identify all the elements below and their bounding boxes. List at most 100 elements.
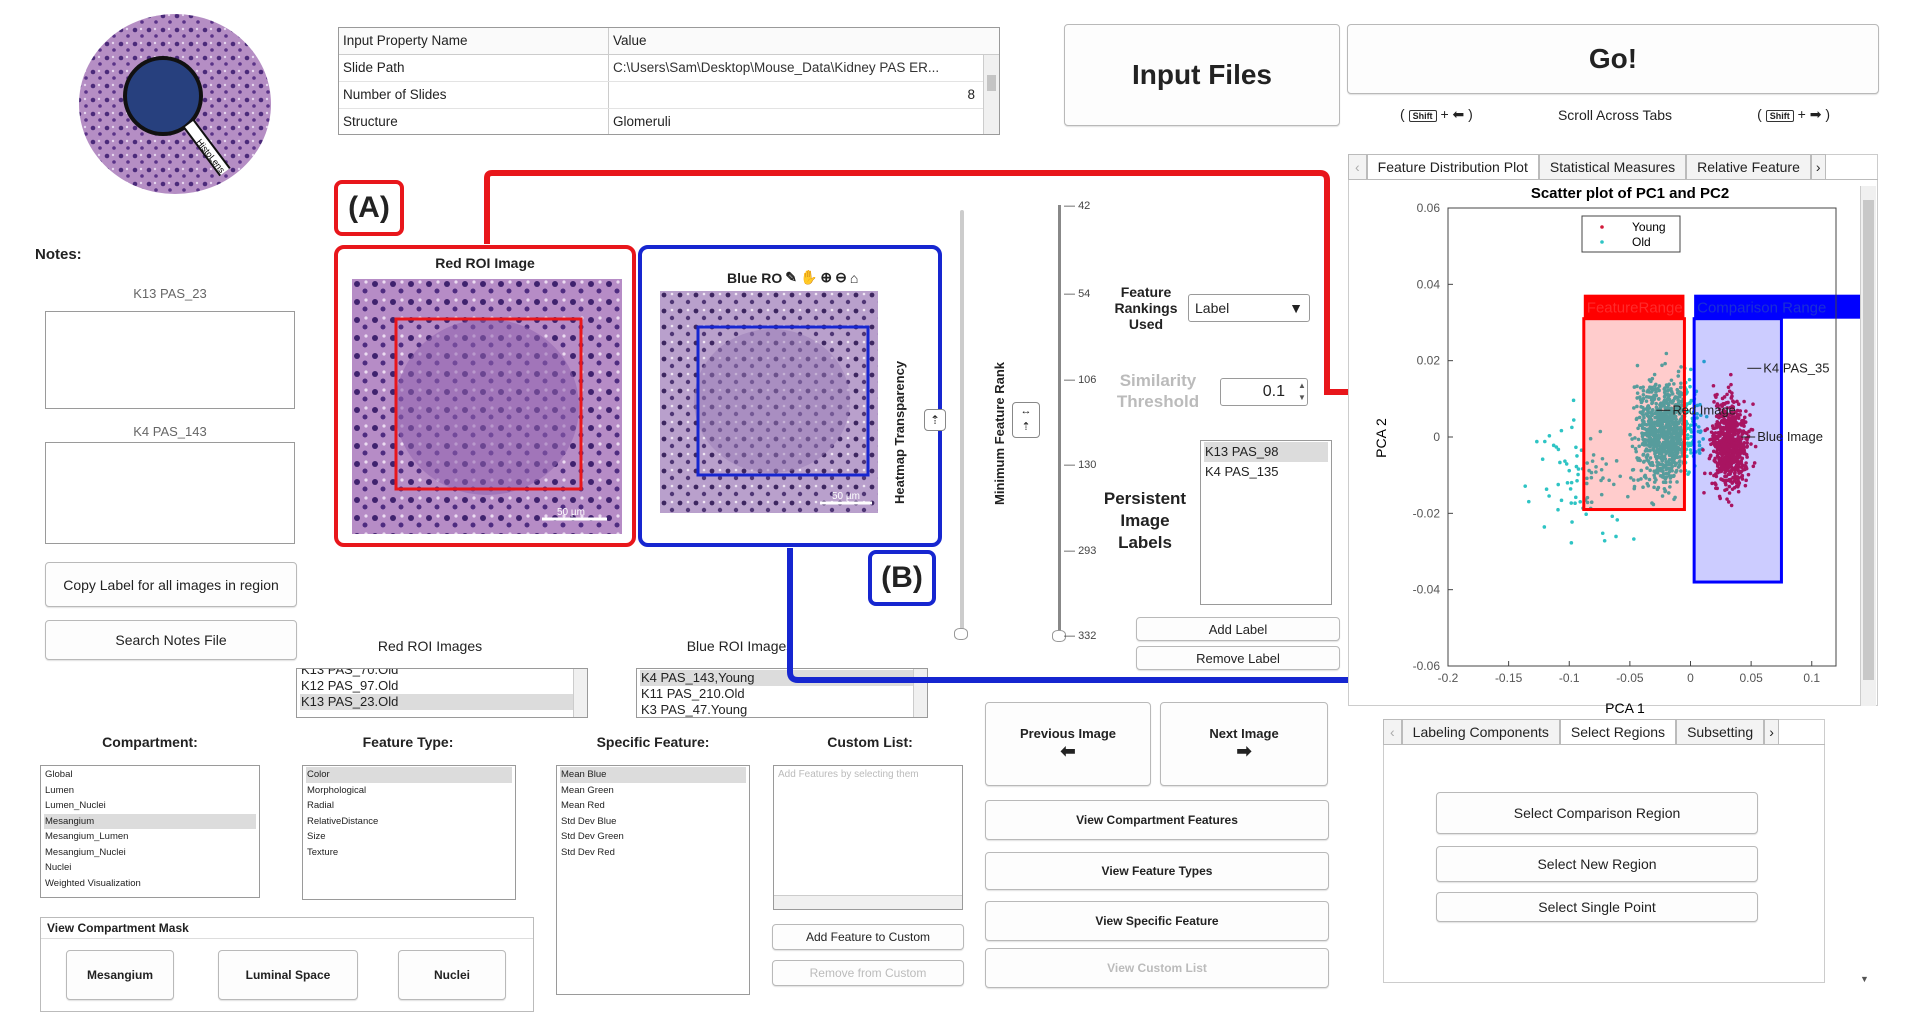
tab-scroll-left[interactable]: ‹ (1383, 719, 1402, 744)
go-button[interactable]: Go! (1347, 24, 1879, 94)
scatter-chart: Scatter plot of PC1 and PC2 PCA 1 PCA 2 … (1360, 180, 1865, 720)
select-new-region-button[interactable]: Select New Region (1436, 846, 1758, 882)
specific-feature-label: Specific Feature: (596, 734, 710, 750)
scatter-point (1556, 447, 1561, 452)
region-label: FeatureRange (1587, 300, 1683, 317)
list-item[interactable]: K13 PAS_98 (1204, 442, 1328, 462)
list-item[interactable]: Std Dev Blue (560, 814, 746, 830)
feature-rankings-dropdown[interactable]: Label ▼ (1188, 294, 1310, 322)
list-item[interactable]: Nuclei (44, 860, 256, 876)
chart-annotation: Blue Image (1757, 429, 1823, 444)
zoom-out-icon[interactable]: ⊖ (835, 269, 847, 286)
table-row[interactable]: Slide Path C:\Users\Sam\Desktop\Mouse_Dat… (339, 55, 999, 82)
list-item[interactable]: Mean Red (560, 798, 746, 814)
tab-scroll-left[interactable]: ‹ (1348, 154, 1367, 179)
list-item[interactable]: Mesangium_Lumen (44, 829, 256, 845)
view-specific-feature-button[interactable]: View Specific Feature (985, 901, 1329, 941)
y-tick-label: 0.06 (1417, 201, 1441, 215)
remove-label-button[interactable]: Remove Label (1136, 646, 1340, 670)
feature-type-list[interactable]: Color Morphological Radial RelativeDistance… (302, 765, 516, 900)
list-item[interactable]: Std Dev Green (560, 829, 746, 845)
blue-roi-image[interactable]: 50 µm (660, 291, 878, 513)
tab-labeling-components[interactable]: Labeling Components (1401, 719, 1560, 744)
list-item[interactable]: K3 PAS_47.Young (640, 702, 924, 717)
list-item[interactable]: Radial (306, 798, 512, 814)
list-item[interactable]: Color (306, 767, 512, 783)
scatter-point (1575, 478, 1579, 483)
plot-scrollbar[interactable] (1860, 186, 1876, 706)
scatter-point (1558, 460, 1562, 465)
list-item[interactable]: RelativeDistance (306, 814, 512, 830)
compartment-list[interactable]: Global Lumen Lumen_Nuclei Mesangium Mesangiu… (40, 765, 260, 898)
persistent-labels-list[interactable]: K13 PAS_98 K4 PAS_135 (1200, 440, 1332, 605)
next-image-button[interactable]: Next Image ➡ (1160, 702, 1328, 786)
home-icon[interactable]: ⌂ (850, 270, 858, 286)
list-item[interactable]: Lumen (44, 783, 256, 799)
previous-image-button[interactable]: Previous Image ⬅ (985, 702, 1151, 786)
tab-feature-distribution[interactable]: Feature Distribution Plot (1366, 154, 1539, 179)
zoom-in-icon[interactable]: ⊕ (820, 269, 832, 286)
select-single-point-button[interactable]: Select Single Point (1436, 892, 1758, 922)
heatmap-help-icon[interactable]: ⇡ (924, 409, 946, 431)
notes-label: Notes: (35, 246, 82, 263)
list-item[interactable]: Morphological (306, 783, 512, 799)
specific-feature-list[interactable]: Mean Blue Mean Green Mean Red Std Dev Blue S… (556, 765, 750, 995)
tab-subsetting[interactable]: Subsetting (1676, 719, 1765, 744)
view-compartment-features-button[interactable]: View Compartment Features (985, 800, 1329, 840)
list-item[interactable]: Lumen_Nuclei (44, 798, 256, 814)
brush-icon[interactable]: ✎ (785, 269, 797, 286)
heatmap-slider[interactable] (960, 210, 964, 640)
note-field-1[interactable] (45, 311, 295, 409)
scatter-point (1610, 514, 1615, 519)
mesangium-mask-button[interactable]: Mesangium (66, 950, 174, 1000)
threshold-spinner[interactable]: ▲ ▼ (1296, 380, 1308, 404)
tab-relative-feature[interactable]: Relative Feature (1686, 154, 1811, 179)
table-row[interactable]: Structure Glomeruli (339, 109, 999, 134)
list-item[interactable]: K4 PAS_135 (1204, 462, 1328, 482)
heatmap-transparency-label: Heatmap Transparency (892, 360, 907, 504)
luminal-space-mask-button[interactable]: Luminal Space (218, 950, 358, 1000)
list-item[interactable]: Mean Blue (560, 767, 746, 783)
input-files-button[interactable]: Input Files (1064, 24, 1340, 126)
list-item[interactable]: Mesangium (44, 813, 256, 829)
list-item[interactable]: Global (44, 767, 256, 783)
remove-from-custom-button[interactable]: Remove from Custom (772, 960, 964, 986)
blue-roi-images-list[interactable]: K4 PAS_143,Young K11 PAS_210.Old K3 PAS_… (636, 668, 928, 718)
list-item[interactable]: K13 PAS_70.Old (300, 669, 584, 678)
add-label-button[interactable]: Add Label (1136, 617, 1340, 641)
view-feature-types-button[interactable]: View Feature Types (985, 852, 1329, 890)
add-to-custom-button[interactable]: Add Feature to Custom (772, 924, 964, 950)
tab-scroll-right[interactable]: › (1764, 719, 1779, 744)
list-item[interactable]: Mean Green (560, 783, 746, 799)
search-notes-button[interactable]: Search Notes File (45, 620, 297, 660)
table-scrollbar[interactable] (983, 55, 999, 134)
nuclei-mask-button[interactable]: Nuclei (398, 950, 506, 1000)
note-field-2[interactable] (45, 442, 295, 544)
list-item[interactable]: Weighted Visualization (44, 876, 256, 892)
red-roi-images-list[interactable]: K13 PAS_70.Old K12 PAS_97.Old K13 PAS_23… (296, 668, 588, 718)
list-item[interactable]: K13 PAS_23.Old (300, 694, 584, 710)
copy-label-button[interactable]: Copy Label for all images in region (45, 562, 297, 607)
tab-scroll-right[interactable]: › (1810, 154, 1826, 179)
min-rank-slider[interactable] (1058, 205, 1061, 635)
list-item[interactable]: Mesangium_Nuclei (44, 845, 256, 861)
tab-select-regions[interactable]: Select Regions (1559, 719, 1677, 744)
view-custom-list-button[interactable]: View Custom List (985, 948, 1329, 988)
scatter-point (1571, 398, 1576, 403)
list-item[interactable]: Std Dev Red (560, 845, 746, 861)
select-comparison-region-button[interactable]: Select Comparison Region (1436, 792, 1758, 834)
list-item[interactable]: Size (306, 829, 512, 845)
tab-statistical-measures[interactable]: Statistical Measures (1538, 154, 1687, 179)
table-row[interactable]: Number of Slides 8 (339, 82, 999, 109)
red-roi-image[interactable]: 50 µm (352, 279, 622, 534)
similarity-threshold-input[interactable]: 0.1 (1220, 378, 1308, 406)
heatmap-slider-thumb[interactable] (954, 628, 968, 640)
list-item[interactable]: K11 PAS_210.Old (640, 686, 924, 702)
custom-list[interactable]: Add Features by selecting them (773, 765, 963, 910)
min-rank-help-icon[interactable]: ↔ ⇡ (1012, 402, 1040, 438)
list-item[interactable]: K12 PAS_97.Old (300, 678, 584, 694)
chevron-down-icon[interactable]: ▼ (1860, 974, 1869, 984)
list-item[interactable]: Texture (306, 845, 512, 861)
list-item[interactable]: K4 PAS_143,Young (640, 670, 924, 686)
pan-icon[interactable]: ✋ (800, 269, 817, 286)
